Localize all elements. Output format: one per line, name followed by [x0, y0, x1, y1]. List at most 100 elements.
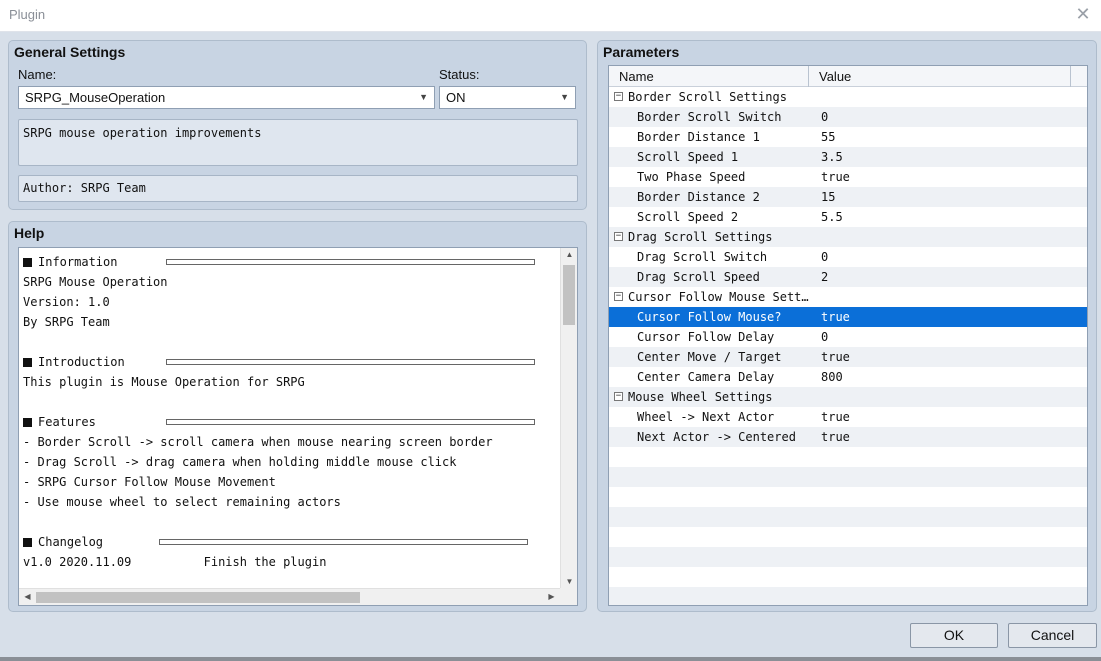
- parameters-grid[interactable]: Name Value − Border Scroll Settings Border…: [608, 65, 1088, 606]
- parameter-group-row[interactable]: − Border Scroll Settings: [609, 87, 1087, 107]
- scrollbar-corner: [560, 588, 577, 605]
- parameter-row[interactable]: Cursor Follow Mouse? true: [609, 307, 1087, 327]
- parameter-name: Border Scroll Switch: [637, 110, 782, 124]
- plugin-name-value: SRPG_MouseOperation: [25, 90, 166, 105]
- empty-row: [609, 507, 1087, 527]
- parameter-group-row[interactable]: − Drag Scroll Settings: [609, 227, 1087, 247]
- author-text: Author: SRPG Team: [23, 181, 146, 195]
- empty-row: [609, 467, 1087, 487]
- parameter-name: Mouse Wheel Settings: [628, 390, 773, 404]
- parameter-name: Scroll Speed 1: [637, 150, 739, 164]
- status-value: ON: [446, 90, 466, 105]
- parameter-row[interactable]: Border Distance 1 55: [609, 127, 1087, 147]
- parameter-value: 800: [821, 370, 843, 384]
- parameter-value: 2: [821, 270, 829, 284]
- parameter-name: Cursor Follow Delay: [637, 330, 775, 344]
- help-line: - Drag Scroll -> drag camera when holdin…: [23, 455, 457, 469]
- parameter-name: Border Scroll Settings: [628, 90, 787, 104]
- parameter-name: Border Distance 1: [637, 130, 760, 144]
- scroll-down-icon[interactable]: ▼: [561, 577, 577, 586]
- square-bullet-icon: [23, 258, 32, 267]
- parameter-row[interactable]: Wheel -> Next Actor true: [609, 407, 1087, 427]
- parameter-row[interactable]: Scroll Speed 2 5.5: [609, 207, 1087, 227]
- help-vertical-scrollbar[interactable]: ▲ ▼: [560, 248, 577, 588]
- scroll-left-icon[interactable]: ◀: [19, 592, 36, 601]
- help-section-label: Features: [38, 415, 96, 429]
- parameter-row[interactable]: Next Actor -> Centered true: [609, 427, 1087, 447]
- status-select[interactable]: ON ▼: [439, 86, 576, 109]
- empty-row: [609, 587, 1087, 605]
- parameter-value: 3.5: [821, 150, 843, 164]
- chevron-down-icon: ▼: [560, 92, 569, 102]
- collapse-icon[interactable]: −: [614, 92, 623, 101]
- help-section-heading: Introduction: [23, 352, 557, 372]
- parameter-row[interactable]: Drag Scroll Speed 2: [609, 267, 1087, 287]
- collapse-icon[interactable]: −: [614, 292, 623, 301]
- scroll-up-icon[interactable]: ▲: [561, 250, 577, 259]
- help-section-heading: Changelog: [23, 532, 557, 552]
- parameter-row[interactable]: Two Phase Speed true: [609, 167, 1087, 187]
- parameter-value: 0: [821, 330, 829, 344]
- parameter-name: Next Actor -> Centered: [637, 430, 796, 444]
- general-settings-title: General Settings: [14, 44, 126, 60]
- section-rule: [166, 419, 535, 425]
- help-title: Help: [14, 225, 45, 241]
- help-panel: Help Information SRPG Mouse Operation Vers…: [8, 221, 587, 612]
- background-strip: [0, 657, 1101, 661]
- parameter-name: Two Phase Speed: [637, 170, 746, 184]
- help-section-label: Information: [38, 255, 118, 269]
- parameter-name: Border Distance 2: [637, 190, 760, 204]
- parameter-value: 5.5: [821, 210, 843, 224]
- help-line: By SRPG Team: [23, 315, 110, 329]
- author-box[interactable]: Author: SRPG Team: [18, 175, 578, 202]
- help-line: Version: 1.0: [23, 295, 110, 309]
- parameter-row[interactable]: Drag Scroll Switch 0: [609, 247, 1087, 267]
- window-title: Plugin: [9, 7, 46, 22]
- chevron-down-icon: ▼: [419, 92, 428, 102]
- description-box[interactable]: SRPG mouse operation improvements: [18, 119, 578, 166]
- collapse-icon[interactable]: −: [614, 392, 623, 401]
- parameter-group-row[interactable]: − Cursor Follow Mouse Sett…: [609, 287, 1087, 307]
- help-content: Information SRPG Mouse Operation Version: …: [23, 252, 557, 572]
- parameter-value: 15: [821, 190, 836, 204]
- help-line: - SRPG Cursor Follow Mouse Movement: [23, 475, 276, 489]
- help-horizontal-thumb[interactable]: [36, 592, 360, 603]
- parameter-row[interactable]: Center Camera Delay 800: [609, 367, 1087, 387]
- help-line: [23, 392, 557, 412]
- dialog-body: General Settings Name: SRPG_MouseOperati…: [0, 32, 1101, 657]
- parameter-name: Center Move / Target: [637, 350, 782, 364]
- empty-row: [609, 447, 1087, 467]
- column-header-name[interactable]: Name: [609, 66, 809, 87]
- grid-header: Name Value: [609, 66, 1087, 87]
- empty-row: [609, 487, 1087, 507]
- general-settings-panel: General Settings Name: SRPG_MouseOperati…: [8, 40, 587, 210]
- scroll-right-icon[interactable]: ▶: [543, 592, 560, 601]
- empty-row: [609, 527, 1087, 547]
- parameter-name: Cursor Follow Mouse Sett…: [628, 290, 809, 304]
- parameter-row[interactable]: Center Move / Target true: [609, 347, 1087, 367]
- section-rule: [159, 539, 528, 545]
- parameter-row[interactable]: Scroll Speed 1 3.5: [609, 147, 1087, 167]
- parameter-group-row[interactable]: − Mouse Wheel Settings: [609, 387, 1087, 407]
- help-vertical-thumb[interactable]: [563, 265, 575, 325]
- parameter-row[interactable]: Border Distance 2 15: [609, 187, 1087, 207]
- status-label: Status:: [439, 67, 480, 82]
- parameter-name: Scroll Speed 2: [637, 210, 739, 224]
- cancel-button[interactable]: Cancel: [1008, 623, 1097, 648]
- parameter-name: Drag Scroll Settings: [628, 230, 773, 244]
- ok-button[interactable]: OK: [910, 623, 998, 648]
- parameter-value: true: [821, 410, 850, 424]
- empty-row: [609, 567, 1087, 587]
- collapse-icon[interactable]: −: [614, 232, 623, 241]
- close-icon[interactable]: ✕: [1071, 3, 1095, 27]
- help-horizontal-scrollbar[interactable]: ◀ ▶: [19, 588, 560, 605]
- parameter-row[interactable]: Border Scroll Switch 0: [609, 107, 1087, 127]
- parameter-row[interactable]: Cursor Follow Delay 0: [609, 327, 1087, 347]
- help-text-area[interactable]: Information SRPG Mouse Operation Version: …: [18, 247, 578, 606]
- plugin-name-select[interactable]: SRPG_MouseOperation ▼: [18, 86, 435, 109]
- help-line: - Use mouse wheel to select remaining ac…: [23, 495, 341, 509]
- empty-row: [609, 547, 1087, 567]
- parameter-value: 0: [821, 110, 829, 124]
- square-bullet-icon: [23, 538, 32, 547]
- column-header-value[interactable]: Value: [809, 66, 1071, 87]
